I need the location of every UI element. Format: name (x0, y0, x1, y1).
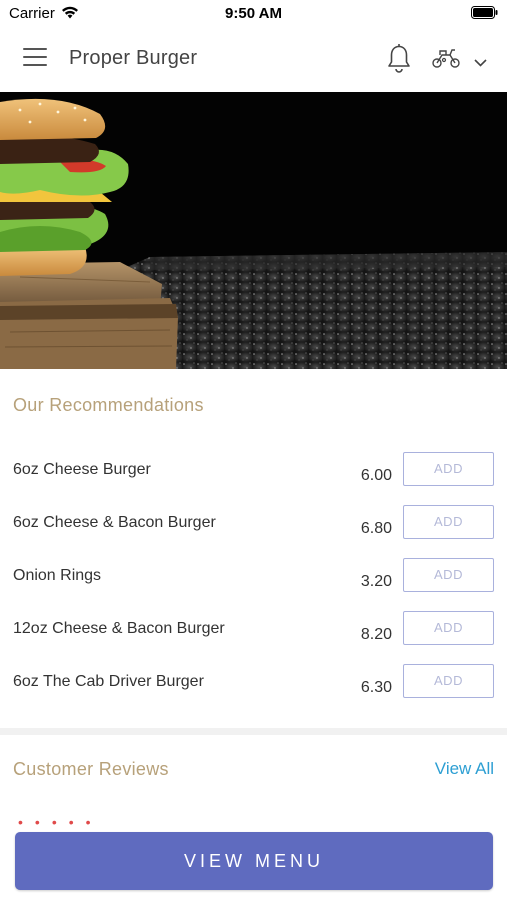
scooter-icon[interactable] (431, 47, 461, 74)
add-button[interactable]: ADD (403, 664, 494, 698)
add-button[interactable]: ADD (403, 558, 494, 592)
app-header: Proper Burger (0, 28, 507, 92)
rating-stars: ••••• (18, 814, 103, 830)
chevron-down-icon[interactable] (474, 54, 487, 72)
status-bar: Carrier 9:50 AM (0, 0, 507, 28)
hamburger-menu-icon[interactable] (23, 48, 47, 68)
section-divider (0, 728, 507, 735)
item-price: 3.20 (360, 573, 392, 590)
star-icon: • (85, 814, 103, 830)
star-icon: • (34, 814, 52, 830)
bell-icon[interactable] (386, 43, 412, 78)
item-price: 8.20 (360, 626, 392, 643)
item-name: 12oz Cheese & Bacon Burger (13, 620, 225, 637)
add-button[interactable]: ADD (403, 505, 494, 539)
reviews-title: Customer Reviews (13, 759, 169, 779)
view-all-link[interactable]: View All (435, 759, 494, 779)
list-item: 6oz The Cab Driver Burger 6.30 ADD (0, 664, 507, 726)
item-price: 6.30 (360, 679, 392, 696)
add-button[interactable]: ADD (403, 611, 494, 645)
hero-burger-image (0, 92, 507, 369)
item-name: 6oz The Cab Driver Burger (13, 673, 204, 690)
item-price: 6.00 (360, 467, 392, 484)
star-icon: • (51, 814, 69, 830)
status-time: 9:50 AM (225, 5, 282, 22)
item-name: Onion Rings (13, 567, 102, 584)
star-icon: • (18, 814, 35, 830)
restaurant-title: Proper Burger (69, 47, 198, 69)
item-name: 6oz Cheese & Bacon Burger (13, 514, 216, 531)
item-name: 6oz Cheese Burger (13, 461, 151, 478)
star-icon: • (68, 814, 86, 830)
recommendations-title: Our Recommendations (13, 395, 204, 415)
item-price: 6.80 (360, 520, 392, 537)
add-button[interactable]: ADD (403, 452, 494, 486)
view-menu-button[interactable]: VIEW MENU (15, 832, 493, 890)
battery-icon (471, 6, 498, 23)
